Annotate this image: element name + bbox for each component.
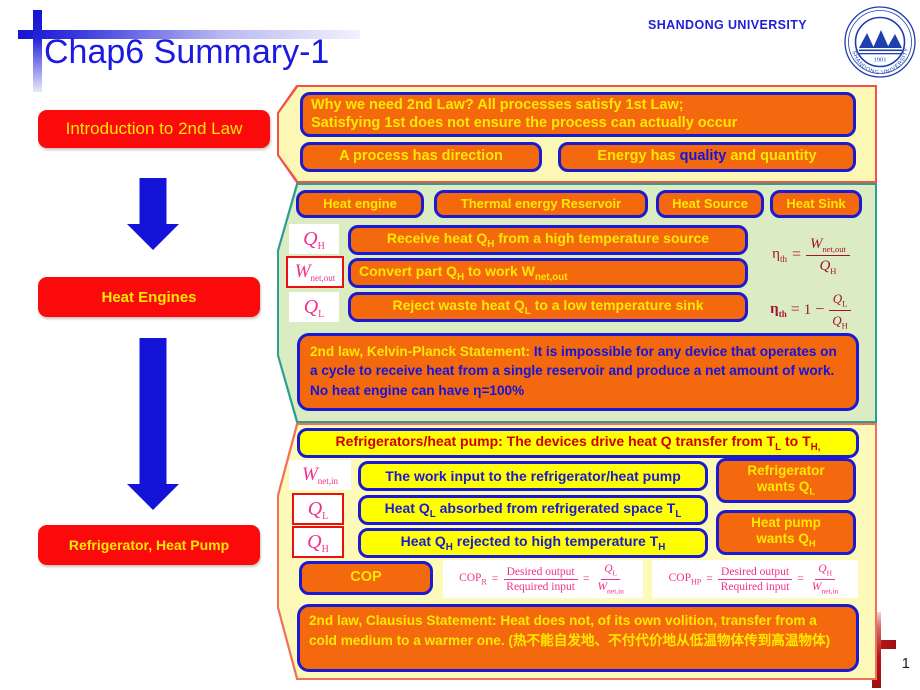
cop-hp-numerator: Desired output: [718, 566, 793, 580]
engine-step-convert-work: Convert part QH to work Wnet,out: [348, 258, 748, 288]
kelvin-planck-statement: 2nd law, Kelvin-Planck Statement: It is …: [297, 333, 859, 411]
rail-item-heat-engines[interactable]: Heat Engines: [38, 277, 260, 317]
symbol-ql-fridge: QL: [292, 493, 344, 525]
tag-heat-engine: Heat engine: [296, 190, 424, 218]
fridge-step-heat-absorbed: Heat QL absorbed from refrigerated space…: [358, 495, 708, 525]
engine-step-receive-heat: Receive heat QH from a high temperature …: [348, 225, 748, 255]
engine-step-reject-heat: Reject waste heat QL to a low temperatur…: [348, 292, 748, 322]
logo-year: 1901: [874, 57, 887, 64]
shandong-university-logo-icon: 1901 SHANDONG UNIVERSITY: [844, 6, 916, 78]
intro-quality-highlight: quality: [679, 148, 727, 165]
symbol-wnetin-fridge: Wnet,in: [289, 460, 351, 490]
tag-heat-sink: Heat Sink: [770, 190, 862, 218]
rail-item-refrigerator-heat-pump[interactable]: Refrigerator, Heat Pump: [38, 525, 260, 565]
tag-thermal-reservoir: Thermal energy Reservoir: [434, 190, 648, 218]
rail-item-introduction[interactable]: Introduction to 2nd Law: [38, 110, 270, 148]
formula-thermal-efficiency-1: ηth = Wnet,out QH: [756, 224, 866, 286]
tag-heat-source: Heat Source: [656, 190, 764, 218]
flow-arrow-down-2: [122, 338, 184, 510]
university-name: SHANDONG UNIVERSITY: [648, 18, 808, 32]
intro-quality-post: and quantity: [726, 148, 817, 165]
formula-cop-heatpump: COPHP = Desired output Required input = …: [652, 560, 858, 598]
cop-r-numerator: Desired output: [503, 566, 578, 580]
refrigerator-wants-box: Refrigerator wants QL: [716, 458, 856, 503]
clausius-heading: 2nd law, Clausius Statement:: [309, 613, 497, 628]
symbol-qh-engine: QH: [289, 224, 339, 254]
symbol-wnetout-engine: Wnet,out: [286, 256, 344, 288]
kelvin-planck-heading: 2nd law, Kelvin-Planck Statement:: [310, 344, 531, 359]
cop-label-box: COP: [299, 561, 433, 595]
flow-arrow-down-1: [122, 178, 184, 250]
decoration-crosshair-top-vertical: [33, 10, 42, 92]
kelvin-planck-tail: No heat engine can have η=100%: [310, 382, 525, 398]
heatpump-wants-box: Heat pump wants QH: [716, 510, 856, 555]
formula-thermal-efficiency-2: ηth = 1 − QL QH: [756, 288, 866, 332]
page-title: Chap6 Summary-1: [44, 33, 330, 71]
cop-hp-denominator: Required input: [720, 580, 790, 593]
page-number: 1: [901, 655, 910, 672]
fridge-step-heat-rejected: Heat QH rejected to high temperature TH: [358, 528, 708, 558]
intro-why-line2: Satisfying 1st does not ensure the proce…: [311, 114, 738, 131]
cop-r-denominator: Required input: [506, 580, 575, 593]
fridge-header-box: Refrigerators/heat pump: The devices dri…: [297, 428, 859, 458]
fridge-step-work-input: The work input to the refrigerator/heat …: [358, 461, 708, 491]
intro-quality-pre: Energy has: [597, 148, 680, 165]
intro-quality-box: Energy has quality and quantity: [558, 142, 856, 172]
symbol-qh-fridge: QH: [292, 526, 344, 558]
intro-why-line1: Why we need 2nd Law? All processes satis…: [311, 97, 684, 114]
symbol-ql-engine: QL: [289, 292, 339, 322]
clausius-statement: 2nd law, Clausius Statement: Heat does n…: [297, 604, 859, 672]
intro-why-box: Why we need 2nd Law? All processes satis…: [300, 92, 856, 137]
formula-cop-refrigerator: COPR = Desired output Required input = Q…: [443, 560, 643, 598]
intro-direction-box: A process has direction: [300, 142, 542, 172]
